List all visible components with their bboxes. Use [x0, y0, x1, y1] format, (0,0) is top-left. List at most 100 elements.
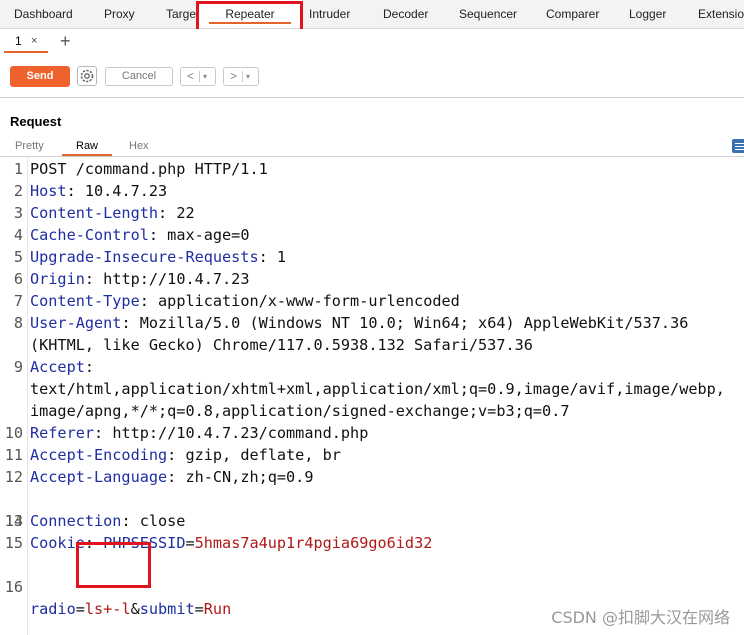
line-number: 12 — [4, 468, 23, 486]
header-separator: : — [158, 204, 177, 222]
param-value: Run — [203, 600, 232, 618]
header-separator: : — [84, 270, 104, 288]
line-number: 3 — [13, 204, 23, 222]
header-value: zh-CN,zh;q=0.9 — [185, 468, 314, 486]
header-value: (KHTML, like Gecko) Chrome/117.0.5938.13… — [30, 336, 533, 354]
header-separator: : — [84, 358, 95, 376]
back-button[interactable]: < ▾ — [180, 67, 216, 86]
header-name: Accept-Language — [30, 468, 168, 486]
header-name: Referer — [30, 424, 95, 442]
add-tab-icon[interactable]: + — [60, 30, 71, 52]
active-view-underline — [62, 154, 112, 156]
chevron-left-icon: < — [187, 69, 195, 83]
header-name: User-Agent — [30, 314, 122, 332]
param-value: ls+-l — [84, 600, 131, 618]
tab-dashboard[interactable]: Dashboard — [14, 0, 73, 28]
line-number: 4 — [13, 226, 23, 244]
cookie-equals: = — [185, 534, 195, 552]
divider — [242, 71, 243, 82]
payload-highlight-box — [76, 542, 151, 588]
line-number: 2 — [13, 182, 23, 200]
close-icon[interactable]: × — [31, 31, 37, 51]
tab-intruder[interactable]: Intruder — [309, 0, 350, 28]
header-value: text/html,application/xhtml+xml,applicat… — [30, 380, 725, 398]
header-value: Mozilla/5.0 (Windows NT 10.0; Win64; x64… — [139, 314, 689, 332]
header-separator: : — [167, 468, 186, 486]
header-name: Cache-Control — [30, 226, 149, 244]
editor-gutter-divider — [27, 157, 28, 635]
header-separator: : — [121, 512, 140, 530]
line-number: 11 — [4, 446, 23, 464]
chevron-down-icon[interactable]: ▾ — [246, 68, 250, 85]
header-name: Accept — [30, 358, 85, 376]
line-number: 7 — [13, 292, 23, 310]
editor-line-body: 16 radio=ls+-l&submit=Run — [0, 554, 232, 618]
tab-raw[interactable]: Raw — [76, 140, 98, 152]
repeater-subtab-row: 1 × + — [0, 29, 744, 54]
header-value: close — [139, 512, 186, 530]
header-separator: : — [167, 446, 186, 464]
tab-decoder[interactable]: Decoder — [383, 0, 428, 28]
request-toolbar: Send Cancel < ▾ > ▾ — [0, 55, 744, 98]
param-name: submit — [139, 600, 195, 618]
header-value: 1 — [276, 248, 287, 266]
header-name: Host — [30, 182, 67, 200]
tab-extensions[interactable]: Extensions — [698, 0, 744, 28]
cancel-button[interactable]: Cancel — [105, 67, 173, 86]
header-separator: : — [148, 226, 168, 244]
repeater-tab-1[interactable]: 1 × — [4, 31, 48, 53]
header-name: Origin — [30, 270, 85, 288]
tab-comparer[interactable]: Comparer — [546, 0, 599, 28]
chevron-right-icon: > — [230, 69, 238, 83]
header-name: Accept-Encoding — [30, 446, 168, 464]
header-name: Content-Type — [30, 292, 140, 310]
line-number: 5 — [13, 248, 23, 266]
inspector-icon[interactable] — [732, 139, 744, 153]
header-separator: : — [94, 424, 113, 442]
tab-logger[interactable]: Logger — [629, 0, 666, 28]
header-value: gzip, deflate, br — [185, 446, 341, 464]
line-number: 8 — [13, 314, 23, 332]
request-panel-title: Request — [10, 114, 62, 129]
param-equals: = — [194, 600, 204, 618]
header-separator: : — [121, 314, 140, 332]
line-number: 6 — [13, 270, 23, 288]
param-equals: = — [75, 600, 85, 618]
header-value: http://10.4.7.23/command.php — [112, 424, 369, 442]
header-value: application/x-www-form-urlencoded — [158, 292, 460, 310]
tab-hex[interactable]: Hex — [129, 140, 149, 152]
header-name: Upgrade-Insecure-Requests — [30, 248, 259, 266]
header-name: Content-Length — [30, 204, 159, 222]
header-value: image/apng,*/*;q=0.8,application/signed-… — [30, 402, 570, 420]
tab-sequencer[interactable]: Sequencer — [459, 0, 517, 28]
editor-line: 13 Cookie: PHPSESSID=5hmas7a4up1r4pgia69… — [0, 488, 433, 552]
main-tab-bar: Dashboard Proxy Target Repeater Intruder… — [0, 0, 744, 29]
watermark: CSDN @扣脚大汉在网络 — [551, 608, 730, 627]
line-number: 9 — [13, 358, 23, 376]
gear-icon — [80, 69, 94, 83]
divider — [199, 71, 200, 82]
header-name: Connection — [30, 512, 122, 530]
param-ampersand: & — [130, 600, 140, 618]
line-number: 16 — [4, 578, 23, 596]
tab-target[interactable]: Target — [166, 0, 196, 28]
line-number: 1 — [13, 160, 23, 178]
header-separator: : — [66, 182, 85, 200]
param-name: radio — [30, 600, 76, 618]
forward-button[interactable]: > ▾ — [223, 67, 259, 86]
header-value: 10.4.7.23 — [84, 182, 168, 200]
header-value: POST /command.php HTTP/1.1 — [30, 160, 268, 178]
header-separator: : — [258, 248, 277, 266]
tab-pretty[interactable]: Pretty — [15, 140, 44, 152]
header-value: 22 — [176, 204, 195, 222]
settings-button[interactable] — [77, 66, 97, 86]
header-value: http://10.4.7.23 — [103, 270, 250, 288]
tab-proxy[interactable]: Proxy — [104, 0, 135, 28]
request-view-tabs: Pretty Raw Hex — [0, 139, 744, 157]
line-number: 13 — [4, 512, 23, 530]
chevron-down-icon[interactable]: ▾ — [203, 68, 207, 85]
send-button[interactable]: Send — [10, 66, 70, 87]
header-value: max-age=0 — [167, 226, 250, 244]
header-separator: : — [139, 292, 159, 310]
repeater-tab-1-label: 1 — [15, 34, 22, 48]
